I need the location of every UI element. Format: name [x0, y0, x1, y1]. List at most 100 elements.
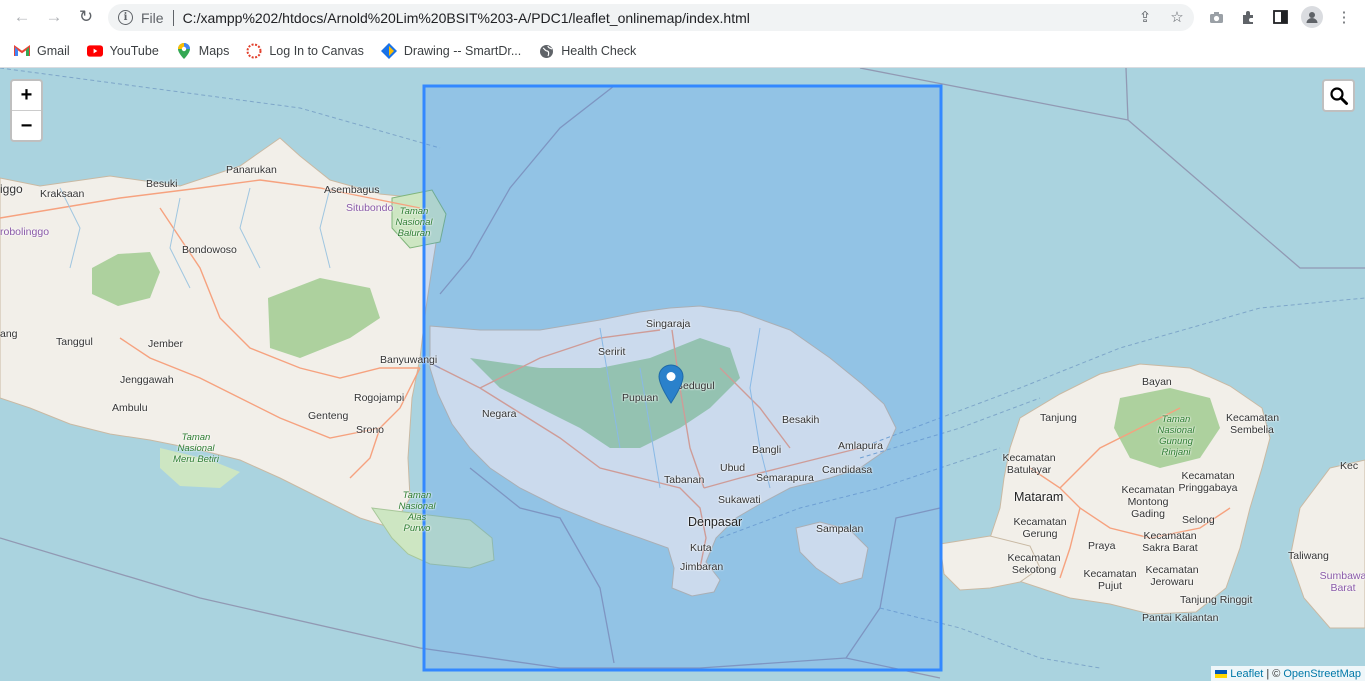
place-label: Genteng	[308, 410, 349, 422]
place-label: Bangli	[752, 444, 782, 456]
browser-toolbar: ← → ↻ i File C:/xampp%202/htdocs/Arnold%…	[0, 0, 1365, 35]
place-label: Kecamatan Montong Gading	[1121, 484, 1175, 520]
bookmark-star-icon[interactable]: ☆	[1168, 8, 1186, 26]
place-label: Ambulu	[112, 402, 148, 414]
place-label: Jenggawah	[120, 374, 174, 386]
place-label: Tanggul	[56, 336, 93, 348]
side-panel-icon[interactable]	[1269, 6, 1291, 28]
profile-avatar-icon[interactable]	[1301, 6, 1323, 28]
place-label: Pupuan	[622, 392, 659, 404]
place-label: Semarapura	[756, 472, 814, 484]
separator	[172, 9, 174, 26]
place-label: Jimbaran	[680, 561, 724, 573]
smartdraw-icon	[380, 43, 397, 59]
address-bar[interactable]: i File C:/xampp%202/htdocs/Arnold%20Lim%…	[108, 4, 1194, 31]
place-label: Seririt	[598, 346, 626, 358]
place-label: Kecamatan Jerowaru	[1145, 564, 1199, 588]
leaflet-map[interactable]: iggo Kraksaan Besuki Panarukan Asembagus…	[0, 68, 1365, 681]
place-label: Sukawati	[718, 494, 761, 506]
place-label: Kuta	[690, 542, 712, 554]
place-label: Sampalan	[816, 523, 864, 535]
place-label: Sumbawa Barat	[1319, 570, 1365, 594]
sumbawa-island	[1289, 459, 1365, 629]
place-label: Kraksaan	[40, 188, 85, 200]
back-arrow-icon[interactable]: ←	[11, 6, 33, 28]
place-label: Kecamatan Batulayar	[1002, 452, 1056, 476]
place-label: Taman Nasional Baluran	[395, 206, 433, 239]
place-label: Panarukan	[226, 164, 277, 176]
place-label: Tabanan	[664, 474, 705, 486]
place-label: Rogojampi	[354, 392, 405, 404]
openstreetmap-link[interactable]: OpenStreetMap	[1283, 668, 1361, 680]
place-label: Besuki	[146, 178, 178, 190]
camera-icon[interactable]	[1205, 6, 1227, 28]
place-label: ang	[0, 328, 18, 340]
bookmark-canvas[interactable]: Log In to Canvas	[246, 43, 364, 59]
extensions-icon[interactable]	[1237, 6, 1259, 28]
place-label: Pantai Kaliantan	[1142, 612, 1219, 624]
bookmark-youtube[interactable]: YouTube	[86, 43, 159, 59]
bookmark-label: Gmail	[37, 44, 70, 58]
place-label: Taman Nasional Gunung Rinjani	[1157, 414, 1195, 458]
globe-icon	[538, 43, 554, 59]
forward-arrow-icon[interactable]: →	[43, 6, 65, 28]
url-text[interactable]: C:/xampp%202/htdocs/Arnold%20Lim%20BSIT%…	[183, 10, 750, 26]
place-label: Selong	[1182, 514, 1215, 526]
place-label: Banyuwangi	[380, 354, 438, 366]
place-label: Jember	[148, 338, 184, 350]
reload-icon[interactable]: ↻	[75, 6, 97, 28]
canvas-icon	[246, 43, 262, 59]
place-label: iggo	[0, 182, 23, 196]
place-label: Kecamatan Pringgabaya	[1178, 470, 1238, 494]
place-label: Kecamatan Sekotong	[1007, 552, 1061, 576]
bookmark-maps[interactable]: Maps	[176, 43, 230, 59]
place-label: Negara	[482, 408, 517, 420]
place-label: Asembagus	[324, 184, 380, 196]
place-label: Praya	[1088, 540, 1116, 552]
zoom-control: + −	[10, 79, 43, 142]
place-label: Taliwang	[1288, 550, 1329, 562]
bookmark-label: YouTube	[109, 44, 159, 58]
maps-icon	[176, 43, 192, 59]
place-label: Srono	[356, 424, 385, 436]
bookmarks-bar: Gmail YouTube Maps Log In to Canvas Draw…	[0, 35, 1365, 68]
bookmark-label: Maps	[198, 44, 230, 58]
bookmark-health-check[interactable]: Health Check	[538, 43, 636, 59]
map-marker-icon[interactable]	[658, 364, 684, 404]
place-label: Tanjung	[1040, 412, 1077, 424]
place-label: Kecamatan Sakra Barat	[1142, 530, 1198, 554]
ukraine-flag-icon	[1215, 669, 1228, 678]
gmail-icon	[14, 43, 30, 59]
zoom-out-button[interactable]: −	[12, 111, 41, 141]
bookmark-label: Log In to Canvas	[269, 44, 364, 58]
place-label: Ubud	[720, 462, 746, 474]
bookmark-label: Drawing -- SmartDr...	[403, 44, 522, 58]
menu-kebab-icon[interactable]: ⋮	[1333, 6, 1355, 28]
place-label: Singaraja	[646, 318, 691, 330]
map-search-button[interactable]	[1322, 79, 1355, 112]
place-label: robolinggo	[0, 226, 50, 238]
place-label: Mataram	[1014, 490, 1064, 504]
bookmark-label: Health Check	[561, 44, 637, 58]
zoom-in-button[interactable]: +	[12, 81, 41, 111]
place-label: Kecamatan Pujut	[1083, 568, 1137, 592]
place-label: Situbondo	[346, 202, 394, 214]
place-label: Tanjung Ringgit	[1180, 594, 1253, 606]
place-label: Amlapura	[838, 440, 883, 452]
info-icon[interactable]: i	[118, 10, 133, 25]
youtube-icon	[86, 43, 103, 59]
bookmark-gmail[interactable]: Gmail	[14, 43, 70, 59]
map-attribution: Leaflet | © OpenStreetMap	[1211, 666, 1365, 681]
share-icon[interactable]: ⇪	[1136, 8, 1154, 26]
leaflet-link[interactable]: Leaflet	[1230, 668, 1263, 680]
place-label: Taman Nasional Alas Purwo	[398, 490, 436, 534]
bookmark-smartdraw[interactable]: Drawing -- SmartDr...	[380, 43, 522, 59]
place-label: Denpasar	[688, 515, 743, 529]
place-label: Kec	[1340, 460, 1359, 472]
place-label: Bayan	[1142, 376, 1172, 388]
file-label: File	[141, 9, 164, 26]
place-label: Bondowoso	[182, 244, 237, 256]
attribution-separator: | ©	[1266, 667, 1281, 680]
place-label: Taman Nasional Meru Betiri	[173, 432, 219, 465]
place-label: Kecamatan Gerung	[1013, 516, 1067, 540]
